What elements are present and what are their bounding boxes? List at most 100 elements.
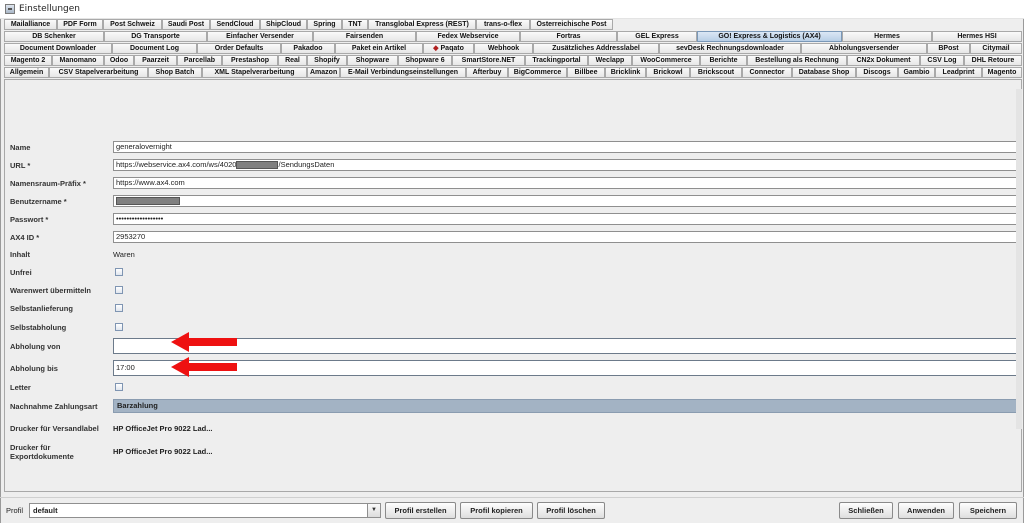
tab-brickowl[interactable]: Brickowl [646,67,690,78]
tab-email-verbindungseinstellungen[interactable]: E-Mail Verbindungseinstellungen [340,67,466,78]
tab-shopify[interactable]: Shopify [307,55,347,66]
tab-sendcloud[interactable]: SendCloud [210,19,260,30]
tab-pdf-form[interactable]: PDF Form [57,19,103,30]
tab-csv-log[interactable]: CSV Log [920,55,964,66]
tab-einfacher-versender[interactable]: Einfacher Versender [207,31,313,42]
tab-zusaetzliches-addresslabel[interactable]: Zusätzliches Addresslabel [533,43,659,54]
profil-kopieren-button[interactable]: Profil kopieren [460,502,533,519]
tab-paqato[interactable]: ◆ Paqato [423,43,474,54]
abholung-bis-label: Abholung bis [10,364,58,373]
tab-tnt[interactable]: TNT [342,19,368,30]
tab-weclapp[interactable]: Weclapp [588,55,632,66]
chevron-down-icon[interactable]: ▼ [367,504,380,517]
drucker-export-select[interactable]: HP OfficeJet Pro 9022 Lad... [113,447,213,456]
tab-mailalliance[interactable]: Mailalliance [4,19,57,30]
tab-paket-ein-artikel[interactable]: Paket ein Artikel [335,43,423,54]
vertical-scrollbar[interactable] [1016,89,1022,429]
tab-csv-stapelverarbeitung[interactable]: CSV Stapelverarbeitung [49,67,148,78]
password-field[interactable]: •••••••••••••••••• [113,213,1018,225]
warenwert-checkbox[interactable] [115,286,123,294]
tab-abholungsversender[interactable]: Abholungsversender [801,43,927,54]
app-icon [5,4,15,14]
schliessen-button[interactable]: Schließen [839,502,893,519]
unfrei-checkbox[interactable] [115,268,123,276]
tab-order-defaults[interactable]: Order Defaults [197,43,281,54]
profile-label: Profil [6,506,24,515]
name-label: Name [10,143,31,152]
tab-magento[interactable]: Magento [982,67,1022,78]
tab-post-schweiz[interactable]: Post Schweiz [103,19,162,30]
tab-allgemein[interactable]: Allgemein [4,67,49,78]
tab-gel-express[interactable]: GEL Express [617,31,697,42]
tab-woocommerce[interactable]: WooCommerce [632,55,700,66]
tab-webhook[interactable]: Webhook [474,43,533,54]
tab-shop-batch[interactable]: Shop Batch [148,67,202,78]
tab-go-express-ax4[interactable]: GO! Express & Logistics (AX4) [697,31,842,42]
selbstanlieferung-checkbox[interactable] [115,304,123,312]
tab-discogs[interactable]: Discogs [856,67,898,78]
tab-trackingportal[interactable]: Trackingportal [525,55,588,66]
abholung-von-field[interactable] [113,338,1018,354]
tab-document-downloader[interactable]: Document Downloader [4,43,112,54]
name-field[interactable]: generalovernight [113,141,1018,153]
tab-leadprint[interactable]: Leadprint [935,67,982,78]
tab-dg-transporte[interactable]: DG Transporte [104,31,207,42]
tab-sevdesk-rechnungsdownloader[interactable]: sevDesk Rechnungsdownloader [659,43,801,54]
tab-spring[interactable]: Spring [307,19,342,30]
tab-hermes-hsi[interactable]: Hermes HSI [932,31,1022,42]
nachnahme-zahlungsart-select[interactable]: Barzahlung [113,399,1018,413]
tab-bpost[interactable]: BPost [927,43,970,54]
tab-brickscout[interactable]: Brickscout [690,67,742,78]
drucker-versand-select[interactable]: HP OfficeJet Pro 9022 Lad... [113,424,213,433]
profil-loeschen-button[interactable]: Profil löschen [537,502,605,519]
tab-gambio[interactable]: Gambio [898,67,935,78]
tab-bestellung-als-rechnung[interactable]: Bestellung als Rechnung [747,55,847,66]
url-field[interactable]: https://webservice.ax4.com/ws/4020/Sendu… [113,159,1018,171]
tab-bricklink[interactable]: Bricklink [605,67,646,78]
tab-cn2x-dokument[interactable]: CN2x Dokument [847,55,920,66]
tab-parcellab[interactable]: Parcellab [177,55,222,66]
tab-saudi-post[interactable]: Saudi Post [162,19,210,30]
speichern-button[interactable]: Speichern [959,502,1017,519]
abholung-bis-field[interactable]: 17:00 [113,360,1018,376]
tab-citymail[interactable]: Citymail [970,43,1022,54]
tab-afterbuy[interactable]: Afterbuy [466,67,508,78]
tab-magento-2[interactable]: Magento 2 [4,55,52,66]
profile-select[interactable]: default ▼ [29,503,381,518]
tab-hermes[interactable]: Hermes [842,31,932,42]
selbstabholung-checkbox[interactable] [115,323,123,331]
username-field[interactable] [113,195,1018,207]
namespace-label: Namensraum-Präfix * [10,179,86,188]
tab-fortras[interactable]: Fortras [520,31,617,42]
tab-fairsenden[interactable]: Fairsenden [313,31,416,42]
tab-bigcommerce[interactable]: BigCommerce [508,67,567,78]
tab-fedex-webservice[interactable]: Fedex Webservice [416,31,520,42]
tab-smartstore-net[interactable]: SmartStore.NET [452,55,525,66]
tab-dhl-retoure[interactable]: DHL Retoure [964,55,1022,66]
tab-connector[interactable]: Connector [742,67,792,78]
tab-db-schenker[interactable]: DB Schenker [4,31,104,42]
tab-billbee[interactable]: Billbee [567,67,605,78]
tab-transglobal-express[interactable]: Transglobal Express (REST) [368,19,476,30]
anwenden-button[interactable]: Anwenden [898,502,954,519]
tab-trans-o-flex[interactable]: trans-o-flex [476,19,530,30]
tab-database-shop[interactable]: Database Shop [792,67,856,78]
tab-prestashop[interactable]: Prestashop [222,55,278,66]
tab-manomano[interactable]: Manomano [52,55,104,66]
tab-real[interactable]: Real [278,55,307,66]
tab-xml-stapelverarbeitung[interactable]: XML Stapelverarbeitung [202,67,307,78]
tab-paarzeit[interactable]: Paarzeit [134,55,177,66]
profil-erstellen-button[interactable]: Profil erstellen [385,502,456,519]
tab-oesterreichische-post[interactable]: Österreichische Post [530,19,613,30]
letter-checkbox[interactable] [115,383,123,391]
ax4id-field[interactable]: 2953270 [113,231,1018,243]
tab-shipcloud[interactable]: ShipCloud [260,19,307,30]
tab-pakadoo[interactable]: Pakadoo [281,43,335,54]
namespace-field[interactable]: https://www.ax4.com [113,177,1018,189]
tab-odoo[interactable]: Odoo [104,55,134,66]
tab-shopware-6[interactable]: Shopware 6 [398,55,452,66]
tab-document-log[interactable]: Document Log [112,43,197,54]
tab-berichte[interactable]: Berichte [700,55,747,66]
tab-amazon[interactable]: Amazon [307,67,340,78]
tab-shopware[interactable]: Shopware [347,55,398,66]
